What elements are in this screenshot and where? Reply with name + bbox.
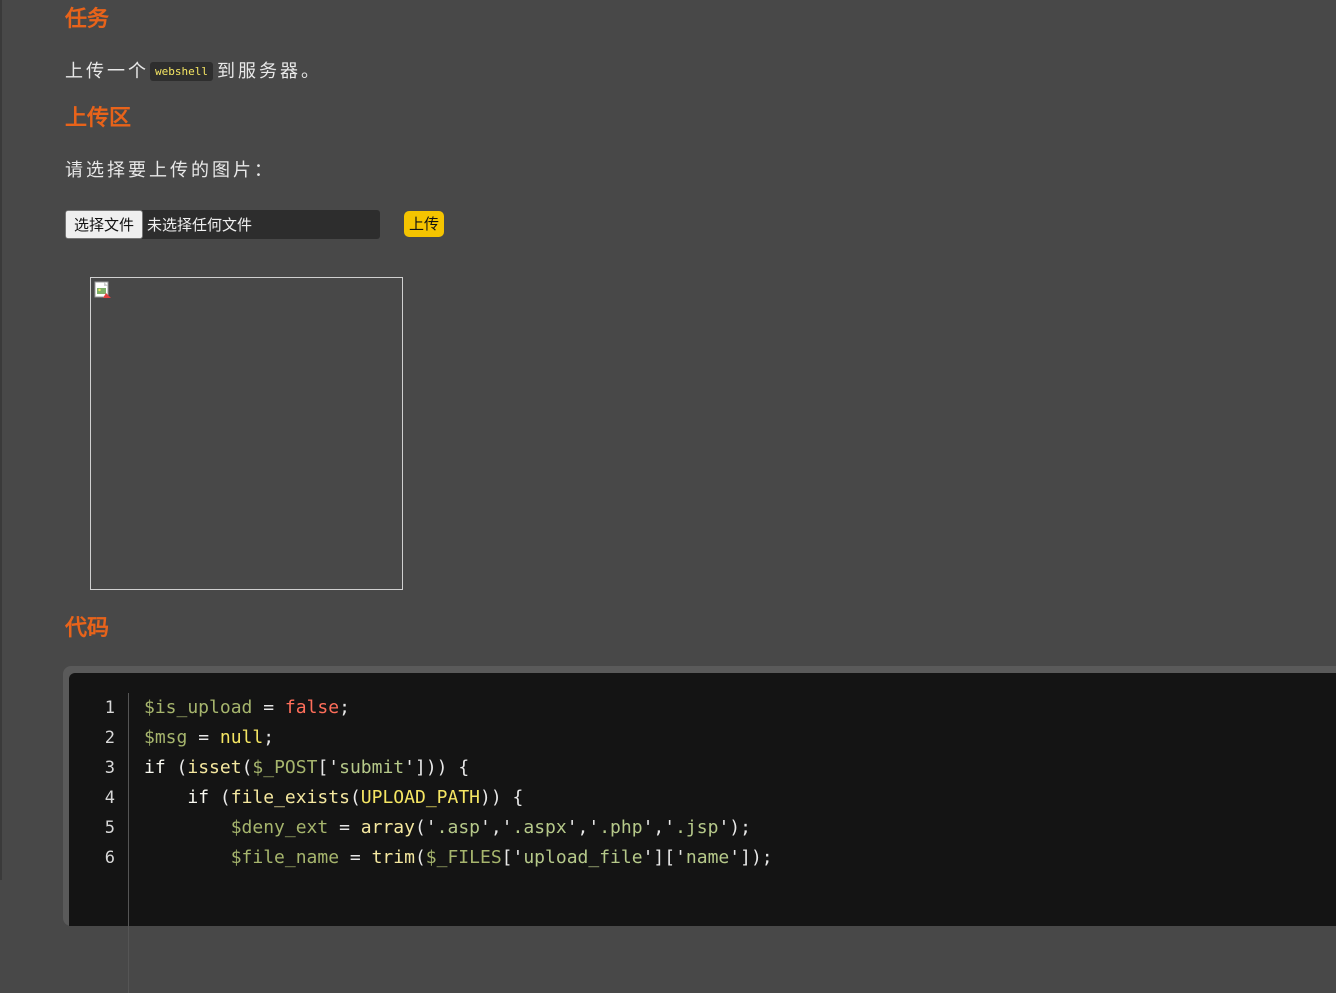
code-token: name bbox=[685, 847, 730, 868]
code-token: array bbox=[360, 817, 415, 838]
code-token: submit bbox=[339, 757, 405, 778]
choose-file-button[interactable]: 选择文件 bbox=[65, 209, 144, 239]
code-token: = bbox=[328, 817, 361, 838]
code-heading: 代码 bbox=[65, 616, 110, 641]
code-token: $msg bbox=[144, 727, 188, 748]
code-viewer: 1 $is_upload = false; 2 $msg = null; 3 if (is… bbox=[69, 673, 1336, 993]
code-token: ',' bbox=[642, 817, 676, 838]
line-number: 4 bbox=[104, 788, 115, 808]
code-token: ( bbox=[165, 757, 188, 778]
code-text: if (file_exists(UPLOAD_PATH)) { bbox=[144, 783, 523, 813]
code-token: .asp bbox=[436, 817, 480, 838]
page-left-border bbox=[0, 0, 2, 880]
code-token: '); bbox=[718, 817, 751, 838]
code-token: $_POST bbox=[252, 757, 318, 778]
code-token: ',' bbox=[480, 817, 513, 838]
task-text-before: 上传一个 bbox=[65, 61, 149, 82]
task-text-after: 到服务器。 bbox=[216, 61, 322, 82]
code-token: ( bbox=[414, 847, 426, 868]
code-token: null bbox=[219, 727, 264, 748]
code-text: $msg = null; bbox=[144, 723, 274, 753]
line-number: 1 bbox=[104, 698, 115, 718]
task-code-webshell: webshell bbox=[150, 62, 213, 81]
task-description: 上传一个 webshell 到服务器。 bbox=[65, 57, 322, 83]
code-token: ; bbox=[339, 697, 350, 718]
code-token: $is_upload bbox=[144, 697, 253, 718]
code-token: $_FILES bbox=[425, 847, 502, 868]
code-block: 1 $is_upload = false; 2 $msg = null; 3 if (is… bbox=[63, 666, 1336, 993]
code-token: (' bbox=[414, 817, 437, 838]
code-token: '])) { bbox=[404, 757, 470, 778]
code-text: $deny_ext = array('.asp','.aspx','.php',… bbox=[144, 813, 751, 843]
code-token: $deny_ext bbox=[230, 817, 329, 838]
upload-heading: 上传区 bbox=[65, 106, 132, 131]
code-token: '][' bbox=[642, 847, 686, 868]
code-token: .aspx bbox=[512, 817, 567, 838]
code-token: )) { bbox=[480, 787, 524, 808]
image-preview bbox=[90, 277, 403, 590]
code-token: trim bbox=[371, 847, 415, 868]
code-token: upload_file bbox=[523, 847, 643, 868]
code-token: $file_name bbox=[230, 847, 340, 868]
code-token: = bbox=[339, 847, 372, 868]
upload-form: 选择文件 未选择任何文件 上传 bbox=[65, 209, 445, 239]
code-line: 2 $msg = null; bbox=[69, 723, 1336, 753]
line-number: 6 bbox=[104, 848, 115, 868]
task-heading: 任务 bbox=[65, 7, 110, 32]
code-text: if (isset($_POST['submit'])) { bbox=[144, 753, 469, 783]
code-token: .php bbox=[599, 817, 643, 838]
line-number: 3 bbox=[104, 758, 115, 778]
code-token: ( bbox=[241, 757, 253, 778]
code-token: [' bbox=[317, 757, 340, 778]
code-line: 5 $deny_ext = array('.asp','.aspx','.php… bbox=[69, 813, 1336, 843]
code-token: file_exists bbox=[230, 787, 350, 808]
line-number: 2 bbox=[104, 728, 115, 748]
code-token: if bbox=[187, 787, 210, 808]
code-token: ; bbox=[263, 727, 275, 748]
code-token: UPLOAD_PATH bbox=[360, 787, 481, 808]
code-text: $file_name = trim($_FILES['upload_file']… bbox=[144, 843, 773, 873]
code-token: ( bbox=[209, 787, 231, 808]
line-number: 5 bbox=[104, 818, 115, 838]
code-token: isset bbox=[187, 757, 242, 778]
code-token: [' bbox=[501, 847, 524, 868]
code-token: .jsp bbox=[675, 817, 719, 838]
code-token: ']); bbox=[729, 847, 773, 868]
code-token: = bbox=[187, 727, 220, 748]
code-line: 1 $is_upload = false; bbox=[69, 693, 1336, 723]
code-token: if bbox=[144, 757, 166, 778]
upload-prompt: 请选择要上传的图片： bbox=[65, 160, 275, 181]
code-line: 6 $file_name = trim($_FILES['upload_file… bbox=[69, 843, 1336, 873]
code-line: 3 if (isset($_POST['submit'])) { bbox=[69, 753, 1336, 783]
code-token: = bbox=[252, 697, 285, 718]
code-token: ( bbox=[349, 787, 361, 808]
file-input[interactable]: 选择文件 未选择任何文件 bbox=[65, 209, 380, 239]
code-line: 4 if (file_exists(UPLOAD_PATH)) { bbox=[69, 783, 1336, 813]
code-token: false bbox=[284, 697, 340, 718]
file-status-text: 未选择任何文件 bbox=[147, 215, 253, 234]
upload-submit-button[interactable]: 上传 bbox=[404, 211, 445, 237]
code-text: $is_upload = false; bbox=[144, 693, 350, 723]
code-token: ',' bbox=[566, 817, 600, 838]
broken-image-icon bbox=[94, 281, 111, 298]
